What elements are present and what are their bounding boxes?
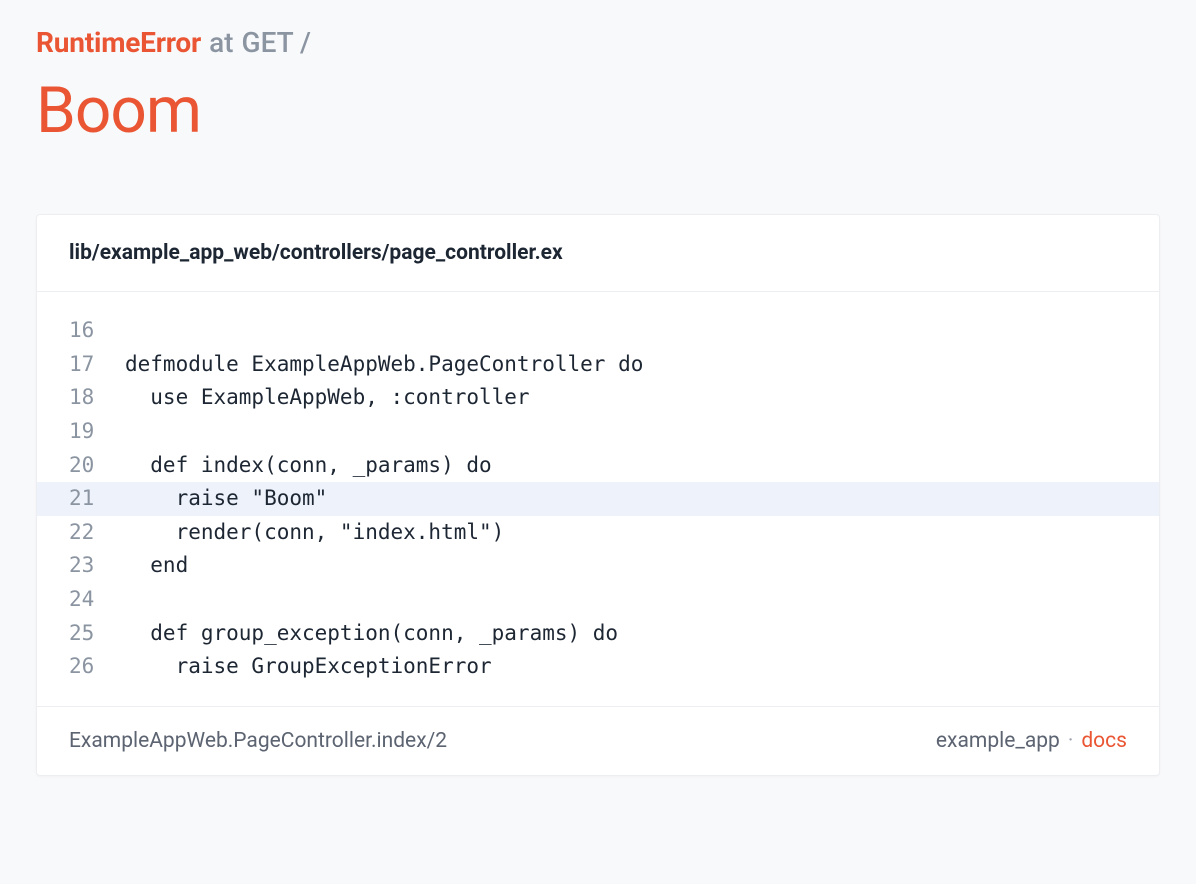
source-line: 25 def group_exception(conn, _params) do xyxy=(37,617,1159,651)
request-method-path: GET / xyxy=(242,26,311,59)
line-number: 19 xyxy=(69,415,125,449)
frame-app-name: example_app xyxy=(936,729,1060,753)
source-line: 19 xyxy=(37,415,1159,449)
frame-footer: ExampleAppWeb.PageController.index/2 exa… xyxy=(37,706,1159,775)
frame-function: ExampleAppWeb.PageController.index/2 xyxy=(69,729,447,753)
line-number: 21 xyxy=(69,482,125,516)
line-number: 18 xyxy=(69,381,125,415)
source-line: 24 xyxy=(37,583,1159,617)
source-line: 17defmodule ExampleAppWeb.PageController… xyxy=(37,348,1159,382)
source-line: 22 render(conn, "index.html") xyxy=(37,516,1159,550)
source-line: 21 raise "Boom" xyxy=(37,482,1159,516)
line-source: raise "Boom" xyxy=(125,482,327,516)
line-source: render(conn, "index.html") xyxy=(125,516,504,550)
source-line: 16 xyxy=(37,314,1159,348)
line-number: 25 xyxy=(69,617,125,651)
error-message: Boom xyxy=(36,77,1160,144)
source-line: 18 use ExampleAppWeb, :controller xyxy=(37,381,1159,415)
line-source: use ExampleAppWeb, :controller xyxy=(125,381,530,415)
line-source: def group_exception(conn, _params) do xyxy=(125,617,618,651)
line-number: 20 xyxy=(69,449,125,483)
frame-meta: example_app · docs xyxy=(936,729,1127,753)
line-source: def index(conn, _params) do xyxy=(125,449,492,483)
line-number: 17 xyxy=(69,348,125,382)
line-source: raise GroupExceptionError xyxy=(125,650,492,684)
separator-dot: · xyxy=(1068,729,1074,753)
stack-frame-card: lib/example_app_web/controllers/page_con… xyxy=(36,214,1160,776)
frame-file-path: lib/example_app_web/controllers/page_con… xyxy=(37,215,1159,292)
error-page: RuntimeError at GET / Boom lib/example_a… xyxy=(0,0,1196,812)
source-line: 20 def index(conn, _params) do xyxy=(37,449,1159,483)
line-number: 26 xyxy=(69,650,125,684)
line-number: 16 xyxy=(69,314,125,348)
error-header: RuntimeError at GET / xyxy=(36,26,1160,59)
line-number: 22 xyxy=(69,516,125,550)
source-line: 26 raise GroupExceptionError xyxy=(37,650,1159,684)
source-line: 23 end xyxy=(37,549,1159,583)
line-source: end xyxy=(125,549,188,583)
source-snippet: 1617defmodule ExampleAppWeb.PageControll… xyxy=(37,292,1159,706)
line-number: 23 xyxy=(69,549,125,583)
error-class: RuntimeError xyxy=(36,26,201,59)
at-label: at xyxy=(209,26,233,59)
line-number: 24 xyxy=(69,583,125,617)
docs-link[interactable]: docs xyxy=(1081,729,1127,753)
line-source: defmodule ExampleAppWeb.PageController d… xyxy=(125,348,643,382)
